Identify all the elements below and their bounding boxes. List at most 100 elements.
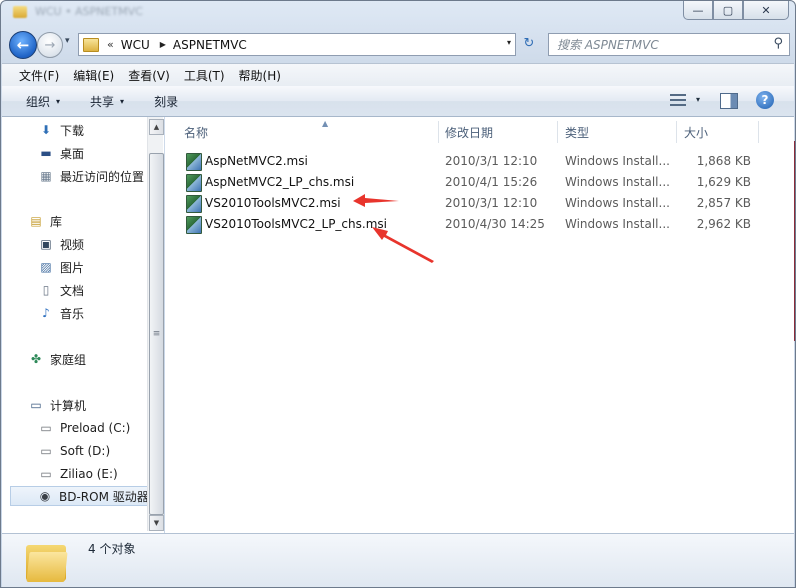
column-divider[interactable]	[438, 121, 439, 143]
organize-label: 组织	[26, 94, 51, 109]
item-count: 4 个对象	[88, 542, 136, 556]
column-header-name[interactable]: 名称 ▲	[184, 119, 434, 145]
column-header-size[interactable]: 大小	[684, 119, 754, 145]
menu-help[interactable]: 帮助(H)	[232, 67, 288, 84]
sidebar-scrollbar[interactable]: ▲ ≡ ▼	[147, 117, 164, 531]
file-type: Windows Install...	[565, 154, 670, 168]
file-date: 2010/4/1 15:26	[445, 175, 538, 189]
video-icon: ▣	[40, 237, 52, 251]
back-button[interactable]: ←	[9, 31, 37, 59]
breadcrumb-aspnetmvc[interactable]: ASPNETMVC	[173, 38, 247, 52]
column-divider[interactable]	[557, 121, 558, 143]
caption-buttons: — ▢ ✕	[683, 1, 789, 20]
sidebar-item-libraries[interactable]: ▤ 库	[28, 211, 62, 231]
window-title: WCU • ASPNETMVC	[35, 5, 143, 18]
column-divider[interactable]	[676, 121, 677, 143]
forward-button[interactable]: →	[37, 32, 63, 58]
bd-rom-icon: ◉	[39, 489, 51, 503]
share-label: 共享	[90, 94, 115, 109]
command-bar: 组织 ▾ 共享 ▾ 刻录 ▾ ?	[2, 86, 794, 117]
sidebar-item-label: 视频	[60, 237, 85, 252]
title-bar: WCU • ASPNETMVC — ▢ ✕	[1, 1, 795, 27]
address-dropdown-icon[interactable]: ▾	[507, 38, 511, 47]
change-view-icon[interactable]	[670, 94, 686, 106]
sidebar-item-downloads[interactable]: ⬇ 下载	[38, 120, 84, 140]
column-header-label: 修改日期	[445, 125, 494, 140]
address-bar[interactable]: « WCU ▶ ASPNETMVC ▾	[78, 33, 516, 56]
sidebar-item-documents[interactable]: ▯ 文档	[38, 280, 84, 300]
sidebar-item-label: Ziliao (E:)	[60, 467, 118, 481]
sidebar-item-label: 家庭组	[50, 352, 87, 367]
libraries-icon: ▤	[30, 214, 42, 228]
sidebar-item-pictures[interactable]: ▨ 图片	[38, 257, 84, 277]
file-row[interactable]: AspNetMVC2.msi 2010/3/1 12:10 Windows In…	[165, 151, 794, 172]
burn-button[interactable]: 刻录	[154, 93, 178, 110]
search-icon[interactable]: ⚲	[773, 36, 783, 51]
share-button[interactable]: 共享 ▾	[90, 93, 124, 110]
file-size: 1,629 KB	[696, 175, 751, 189]
column-header-type[interactable]: 类型	[565, 119, 675, 145]
sidebar-item-bd-rom[interactable]: ◉ BD-ROM 驱动器	[10, 486, 155, 506]
help-icon[interactable]: ?	[756, 91, 774, 109]
menu-edit[interactable]: 编辑(E)	[66, 67, 121, 84]
menu-file[interactable]: 文件(F)	[12, 67, 66, 84]
sidebar-item-label: BD-ROM 驱动器	[59, 489, 149, 504]
minimize-button[interactable]: —	[683, 1, 713, 20]
file-type: Windows Install...	[565, 196, 670, 210]
search-box[interactable]: 搜索 ASPNETMVC ⚲	[548, 33, 790, 56]
chevron-down-icon: ▾	[120, 96, 125, 106]
sidebar-item-drive-e[interactable]: ▭ Ziliao (E:)	[38, 464, 118, 484]
download-folder-icon: ⬇	[40, 123, 52, 137]
column-header-label: 大小	[684, 125, 709, 140]
drive-e-icon: ▭	[40, 467, 52, 481]
scroll-up-button[interactable]: ▲	[149, 119, 164, 135]
menu-tools[interactable]: 工具(T)	[177, 67, 232, 84]
sidebar-item-label: Soft (D:)	[60, 444, 111, 458]
sidebar-item-label: 音乐	[60, 306, 85, 321]
recent-pages-dropdown[interactable]: ▾	[65, 36, 70, 46]
preview-pane-icon[interactable]	[720, 93, 738, 109]
sidebar-item-label: 图片	[60, 260, 85, 275]
menu-bar: 文件(F) 编辑(E) 查看(V) 工具(T) 帮助(H)	[2, 63, 794, 87]
sidebar-item-label: 最近访问的位置	[60, 169, 145, 184]
file-list: 名称 ▲ 修改日期 类型 大小 AspNetMVC2.msi 2010/3/1 …	[165, 117, 794, 533]
sidebar-item-computer[interactable]: ▭ 计算机	[28, 395, 86, 415]
scroll-down-button[interactable]: ▼	[149, 515, 164, 531]
organize-button[interactable]: 组织 ▾	[26, 93, 60, 110]
file-type: Windows Install...	[565, 175, 670, 189]
annotation-arrow-icon	[353, 194, 399, 207]
sidebar-item-desktop[interactable]: ▬ 桌面	[38, 143, 84, 163]
sidebar-item-label: 库	[50, 214, 63, 229]
sidebar-item-label: 下载	[60, 123, 85, 138]
annotation-arrow-icon	[372, 227, 434, 263]
view-options-dropdown[interactable]: ▾	[696, 95, 700, 104]
file-name: AspNetMVC2_LP_chs.msi	[205, 175, 355, 189]
computer-icon: ▭	[30, 398, 42, 412]
sidebar-item-drive-d[interactable]: ▭ Soft (D:)	[38, 441, 110, 461]
menu-view[interactable]: 查看(V)	[121, 67, 177, 84]
sidebar-item-drive-c[interactable]: ▭ Preload (C:)	[38, 418, 130, 438]
sidebar-item-homegroup[interactable]: ✤ 家庭组	[28, 349, 86, 369]
refresh-button[interactable]: ↻	[516, 33, 542, 54]
navigation-bar: ← → ▾ « WCU ▶ ASPNETMVC ▾ ↻ 搜索 ASPNETMVC…	[1, 29, 795, 59]
maximize-button[interactable]: ▢	[713, 1, 743, 20]
sidebar-item-music[interactable]: ♪ 音乐	[38, 303, 84, 323]
explorer-window: WCU • ASPNETMVC — ▢ ✕ ← → ▾ « WCU ▶ ASPN…	[0, 0, 796, 588]
sidebar-item-videos[interactable]: ▣ 视频	[38, 234, 84, 254]
sidebar-item-recent-places[interactable]: ▦ 最近访问的位置	[38, 166, 144, 186]
drive-c-icon: ▭	[40, 421, 52, 435]
scroll-thumb[interactable]: ≡	[149, 153, 164, 515]
file-row[interactable]: VS2010ToolsMVC2.msi 2010/3/1 12:10 Windo…	[165, 193, 794, 214]
column-divider[interactable]	[758, 121, 759, 143]
column-header-label: 类型	[565, 125, 590, 140]
pictures-icon: ▨	[40, 260, 52, 274]
navigation-pane: ⬇ 下载 ▬ 桌面 ▦ 最近访问的位置 ▤ 库 ▣ 视频 ▨ 图片 ▯ 文档 ♪	[2, 117, 164, 533]
breadcrumb-separator-icon[interactable]: ▶	[160, 40, 166, 49]
breadcrumb-overflow[interactable]: «	[107, 38, 114, 51]
close-button[interactable]: ✕	[743, 1, 789, 20]
file-row[interactable]: VS2010ToolsMVC2_LP_chs.msi 2010/4/30 14:…	[165, 214, 794, 235]
column-header-date[interactable]: 修改日期	[445, 119, 555, 145]
search-input[interactable]: 搜索 ASPNETMVC	[557, 36, 659, 53]
breadcrumb-wcu[interactable]: WCU	[121, 38, 150, 52]
file-row[interactable]: AspNetMVC2_LP_chs.msi 2010/4/1 15:26 Win…	[165, 172, 794, 193]
